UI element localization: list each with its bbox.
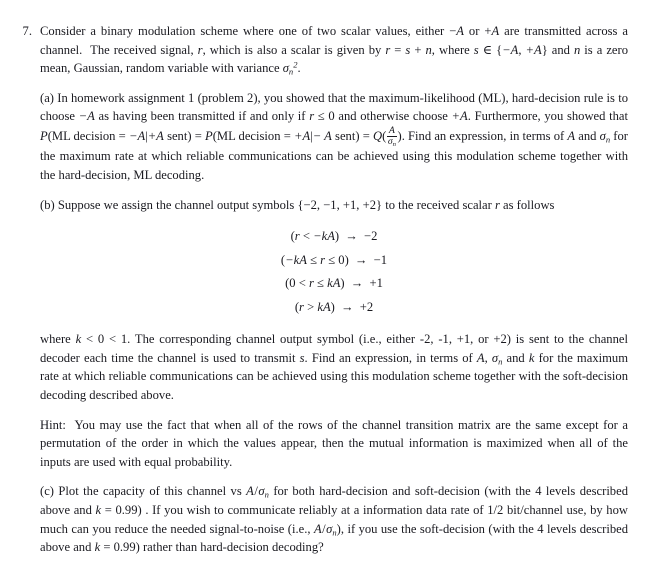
part-a-paragraph: (a) In homework assignment 1 (problem 2)… [40, 90, 628, 182]
equation-2: (−kA ≤ r ≤ 0) → −1 [280, 252, 388, 267]
part-b-label: (b) [40, 197, 55, 212]
equation-1: (r < −kA) → −2 [290, 229, 378, 244]
intro-paragraph: Consider a binary modulation scheme wher… [40, 24, 629, 77]
part-c-paragraph: (c) Plot the capacity of this channel vs… [40, 484, 629, 555]
hint-label: Hint: [40, 417, 66, 432]
hint-paragraph: Hint: You may use the fact that when all… [40, 417, 628, 469]
fraction-a-over-sigma-n: Aσn [386, 124, 398, 149]
part-a-label: (a) [40, 90, 54, 105]
part-c-label: (c) [40, 484, 54, 499]
part-b-after-paragraph: where k < 0 < 1. The corresponding chann… [40, 332, 629, 402]
document-page: 7. Consider a binary modulation scheme w… [0, 0, 646, 566]
equation-block: (r < −kA) → −2 (−kA ≤ r ≤ 0) → −1 (0 < r… [40, 225, 628, 319]
problem-number: 7. [22, 24, 32, 38]
equation-3: (0 < r ≤ kA) → +1 [285, 276, 383, 291]
equation-4: (r > kA) → +2 [294, 299, 374, 314]
part-b-paragraph: (b) Suppose we assign the channel output… [40, 197, 555, 212]
problem-body: Consider a binary modulation scheme wher… [40, 22, 628, 557]
problem-7: 7. Consider a binary modulation scheme w… [18, 22, 628, 557]
fraction-a-over-sigma-n-slashed: A/σn [246, 484, 269, 500]
